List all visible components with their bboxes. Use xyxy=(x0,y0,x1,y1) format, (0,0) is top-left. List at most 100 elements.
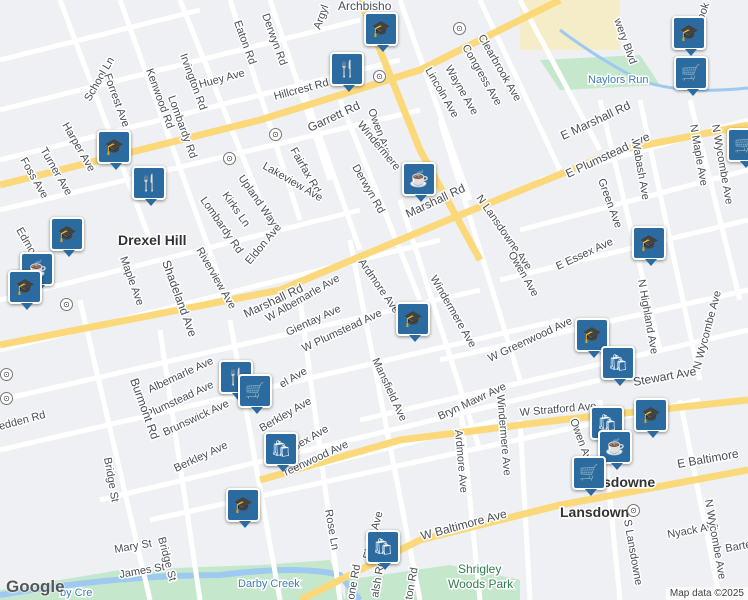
school-marker[interactable]: 🎓 xyxy=(672,16,706,56)
street-label-forrest-ave: Forrest Ave xyxy=(101,72,131,129)
street-label-shadeland-ave: Shadeland Ave xyxy=(159,258,200,339)
street-label-one-rd: one Rd xyxy=(345,563,363,600)
shopping-marker[interactable]: 🛒 xyxy=(674,56,708,96)
fork-knife-icon: 🍴 xyxy=(337,61,357,78)
street-label-windermere-ave: Windermere Ave xyxy=(427,274,478,350)
transit-stop-icon[interactable]: ⊙ xyxy=(627,504,640,517)
street-label-berkley-ave2: Berkley Ave xyxy=(172,439,230,474)
street-label-derwyn-rd: Derwyn Rd xyxy=(349,163,387,216)
street-label-wabash-ave: Wabash Ave xyxy=(629,138,651,200)
cart-icon: 🛒 xyxy=(734,137,748,154)
street-label-hillcrest-rd: Hillcrest Rd xyxy=(273,77,330,103)
graduation-cap-icon: 🎓 xyxy=(371,21,391,38)
street-label-mary-st: Mary St xyxy=(113,538,152,556)
bag-icon: 🛍 xyxy=(372,539,394,556)
street-label-maple-ave: Maple Ave xyxy=(117,255,146,307)
place-label-lansdowne-partial: sdowne xyxy=(603,474,655,490)
graduation-cap-icon: 🎓 xyxy=(582,327,602,344)
water-label-naylors-run: Naylors Run xyxy=(588,74,649,86)
store-marker[interactable]: 🛍 xyxy=(366,530,400,570)
street-label-eldon-ave: Eldon Ave xyxy=(243,221,284,267)
school-marker[interactable]: 🎓 xyxy=(634,398,668,438)
street-label-riverview-ave: Riverview Ave xyxy=(193,246,238,312)
street-label-windermere-ave2: Windermere Ave xyxy=(494,394,513,476)
transit-stop-icon[interactable]: ⊙ xyxy=(0,392,13,405)
street-label-wery-blvd: wery Blvd xyxy=(611,16,639,66)
shopping-marker[interactable]: 🛒 xyxy=(727,128,748,168)
street-label-n-wycombe-ave2: N Wycombe Ave xyxy=(691,289,724,370)
street-label-n-highland-ave: N Highland Ave xyxy=(635,278,660,355)
street-label-e-baltimore: E Baltimore xyxy=(676,446,740,471)
shopping-marker[interactable]: 🛒 xyxy=(238,374,272,414)
school-marker[interactable]: 🎓 xyxy=(50,217,84,257)
transit-stop-icon[interactable]: ⊙ xyxy=(269,128,282,141)
cart-icon: 🛒 xyxy=(579,465,599,482)
graduation-cap-icon: 🎓 xyxy=(104,139,124,156)
school-marker[interactable]: 🎓 xyxy=(97,130,131,170)
cafe-marker[interactable]: ☕ xyxy=(402,162,436,202)
school-marker[interactable]: 🎓 xyxy=(8,270,42,310)
street-label-n-maple-ave: N Maple Ave xyxy=(687,123,710,186)
graduation-cap-icon: 🎓 xyxy=(15,279,35,296)
park-label-shrigley: Shrigley xyxy=(458,562,501,576)
graduation-cap-icon: 🎓 xyxy=(639,235,659,252)
street-label-green-ave: Green Ave xyxy=(595,177,624,230)
fork-knife-icon: 🍴 xyxy=(139,175,159,192)
school-marker[interactable]: 🎓 xyxy=(364,12,398,52)
transit-stop-icon[interactable]: ⊙ xyxy=(223,152,236,165)
google-logo: Google xyxy=(6,577,65,596)
place-label-lansdowne: Lansdowne xyxy=(560,504,637,520)
school-marker[interactable]: 🎓 xyxy=(226,488,260,528)
cart-icon: 🛒 xyxy=(245,383,265,400)
bag-icon: 🛍 xyxy=(607,355,629,372)
place-label-drexel-hill: Drexel Hill xyxy=(118,232,186,248)
street-label-mansfield-ave: Mansfield Ave xyxy=(369,356,409,423)
store-marker[interactable]: 🛍 xyxy=(601,346,635,386)
transit-stop-icon[interactable]: ⊙ xyxy=(373,70,386,83)
street-label-w-stratford-ave: W Stratford Ave xyxy=(519,400,597,419)
street-label-bel-ave: el Ave xyxy=(278,365,310,390)
street-label-n-wycombe-s: N Wycombe Ave xyxy=(702,498,728,580)
graduation-cap-icon: 🎓 xyxy=(403,311,423,328)
street-label-w-greenwood-ave: W Greenwood Ave xyxy=(486,315,574,365)
graduation-cap-icon: 🎓 xyxy=(233,497,253,514)
cart-icon: 🛒 xyxy=(681,65,701,82)
street-label-eaton-rd: Eaton Rd xyxy=(231,19,258,66)
street-label-n-lansdowne-ave: N Lansdowne Ave xyxy=(474,193,535,272)
graduation-cap-icon: 🎓 xyxy=(679,25,699,42)
street-label-e-essex-ave: E Essex Ave xyxy=(554,236,615,273)
street-label-harper-ave: Harper Ave xyxy=(59,121,97,174)
street-label-edden-rd: edden Rd xyxy=(0,409,47,433)
school-marker[interactable]: 🎓 xyxy=(396,302,430,342)
street-label-rose-ln: Rose Ln xyxy=(322,508,341,550)
street-label-huey-ave: Huey Ave xyxy=(198,67,246,91)
restaurant-marker[interactable]: 🍴 xyxy=(330,52,364,92)
street-label-ardmore-ave2: Ardmore Ave xyxy=(452,429,469,493)
restaurant-marker[interactable]: 🍴 xyxy=(132,166,166,206)
street-label-stewart-ave: Stewart Ave xyxy=(632,364,698,389)
school-marker[interactable]: 🎓 xyxy=(632,226,666,266)
transit-stop-icon[interactable]: ⊙ xyxy=(60,298,73,311)
street-label-james-st: James St xyxy=(118,561,165,581)
street-label-ardmore-ave: Ardmore Ave xyxy=(356,257,402,316)
graduation-cap-icon: 🎓 xyxy=(641,407,661,424)
street-label-s-lansdowne: S Lansdowne xyxy=(621,518,644,586)
shopping-marker[interactable]: 🛒 xyxy=(572,456,606,496)
street-label-barte: Barte xyxy=(724,539,748,555)
street-label-bridge-st2: Bridge St xyxy=(155,536,178,583)
street-label-ton-rd: ton Rd xyxy=(403,567,420,600)
street-label-e-marshall-rd: E Marshall Rd xyxy=(558,98,632,143)
bag-icon: 🛍 xyxy=(270,441,292,458)
street-label-garrett-rd: Garrett Rd xyxy=(305,98,362,134)
street-label-bridge-st: Bridge St xyxy=(101,456,121,503)
coffee-icon: ☕ xyxy=(409,171,429,188)
graduation-cap-icon: 🎓 xyxy=(57,226,77,243)
street-label-w-baltimore-ave: W Baltimore Ave xyxy=(419,506,508,543)
map-attribution[interactable]: Map data ©2025 xyxy=(665,587,748,600)
map-canvas[interactable]: Drexel Hill Lansdowne Archbisho sdowne S… xyxy=(0,0,748,600)
coffee-icon: ☕ xyxy=(605,439,625,456)
store-marker[interactable]: 🛍 xyxy=(264,432,298,472)
transit-stop-icon[interactable]: ⊙ xyxy=(0,368,13,381)
transit-stop-icon[interactable]: ⊙ xyxy=(453,22,466,35)
water-label-darby-creek: Darby Creek xyxy=(238,578,300,590)
